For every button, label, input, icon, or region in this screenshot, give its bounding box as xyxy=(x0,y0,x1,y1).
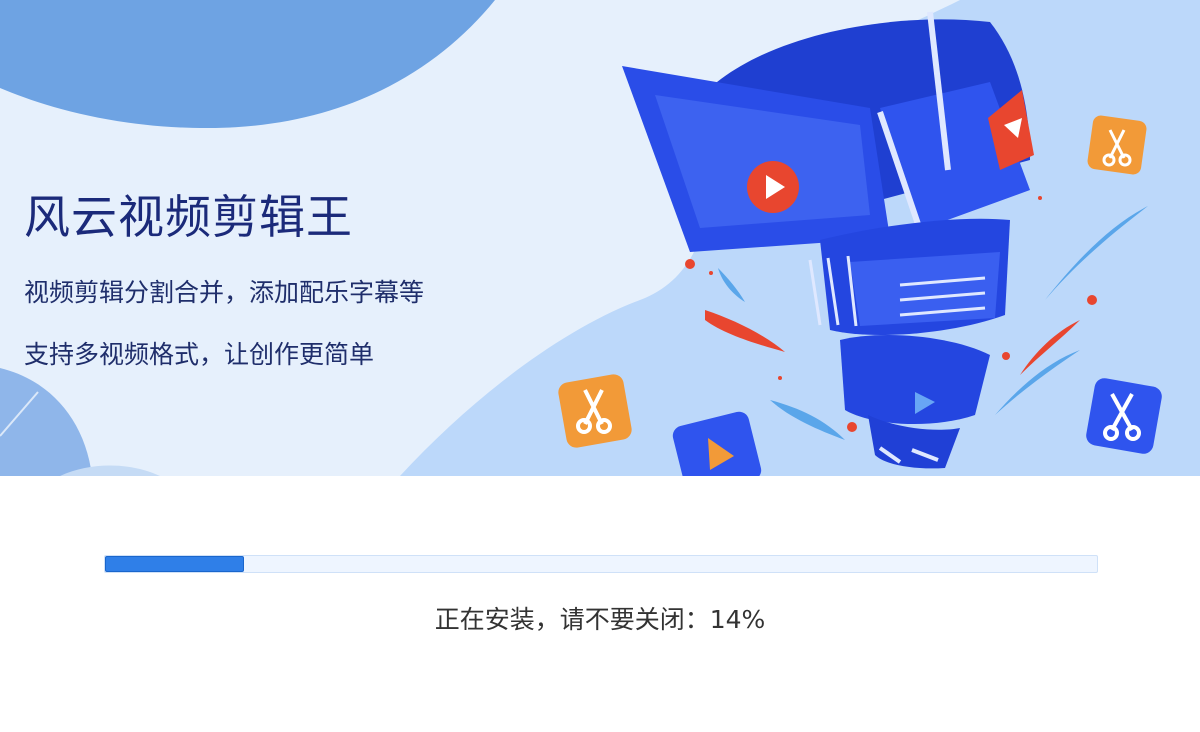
install-progress-bar xyxy=(104,555,1098,573)
app-tagline-1: 视频剪辑分割合并，添加配乐字幕等 xyxy=(24,278,425,307)
scissors-icon xyxy=(558,374,632,448)
app-title: 风云视频剪辑王 xyxy=(24,190,353,244)
top-left-blob xyxy=(0,0,495,129)
scissors-icon xyxy=(1086,378,1162,454)
bottom-left-blob xyxy=(0,368,92,476)
install-status-label: 正在安装，请不要关闭： xyxy=(434,605,710,634)
install-status: 正在安装，请不要关闭：14% xyxy=(0,600,1200,636)
scissors-icon xyxy=(1087,115,1147,175)
install-progress-fill xyxy=(105,556,244,572)
install-panel: 正在安装，请不要关闭：14% xyxy=(0,476,1200,732)
install-percent: 14% xyxy=(709,605,766,634)
app-tagline-2: 支持多视频格式，让创作更简单 xyxy=(24,340,375,369)
hero-banner: 风云视频剪辑王 视频剪辑分割合并，添加配乐字幕等 支持多视频格式，让创作更简单 xyxy=(0,0,1200,476)
